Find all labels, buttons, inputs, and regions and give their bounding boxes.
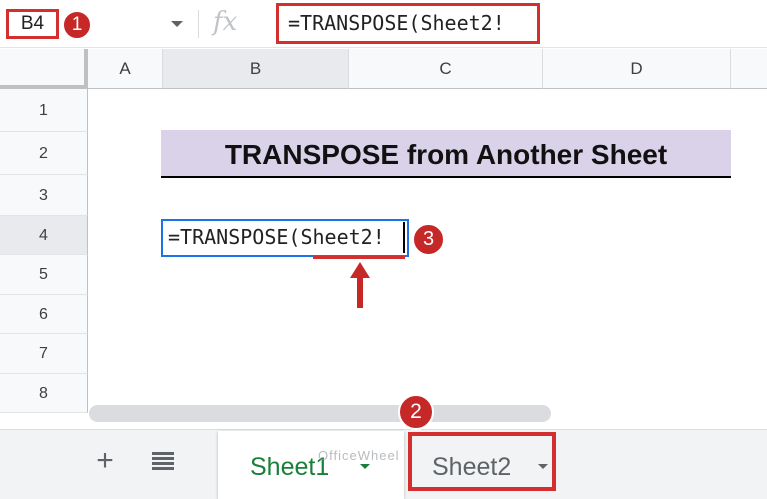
text-cursor: [403, 222, 405, 253]
all-sheets-list-icon[interactable]: [152, 452, 174, 470]
tab-sheet2-label: Sheet2: [432, 453, 512, 481]
chevron-down-icon[interactable]: [171, 21, 183, 27]
row-header-2[interactable]: 2: [0, 132, 88, 175]
chevron-down-icon[interactable]: [360, 464, 370, 469]
row-header-5[interactable]: 5: [0, 255, 88, 295]
horizontal-scrollbar[interactable]: [89, 405, 551, 422]
row-header-4[interactable]: 4: [0, 216, 88, 255]
fx-icon: fx: [213, 7, 238, 37]
up-arrow-icon: [350, 262, 370, 308]
watermark: OfficeWheel: [318, 448, 400, 463]
sheet-title-cell[interactable]: TRANSPOSE from Another Sheet: [161, 130, 731, 178]
column-header-partial[interactable]: [731, 49, 767, 89]
column-header-a[interactable]: A: [88, 49, 163, 89]
row-header-6[interactable]: 6: [0, 295, 88, 334]
name-box[interactable]: B4: [6, 9, 59, 39]
row-header-3[interactable]: 3: [0, 175, 88, 216]
row-header-8[interactable]: 8: [0, 374, 88, 413]
formula-bar-divider: [198, 10, 199, 38]
add-sheet-button[interactable]: +: [92, 446, 118, 476]
column-header-b[interactable]: B: [163, 49, 349, 89]
formula-input[interactable]: =TRANSPOSE(Sheet2!: [276, 3, 540, 44]
column-header-d[interactable]: D: [543, 49, 731, 89]
select-all-corner[interactable]: [0, 49, 88, 89]
step-badge-3: 3: [412, 223, 445, 256]
step-badge-1: 1: [62, 10, 92, 40]
column-header-c[interactable]: C: [349, 49, 543, 89]
row-header-1[interactable]: 1: [0, 89, 88, 132]
highlight-underline: [313, 256, 405, 259]
row-header-7[interactable]: 7: [0, 334, 88, 374]
chevron-down-icon[interactable]: [538, 464, 548, 469]
active-cell-editor[interactable]: =TRANSPOSE(Sheet2!: [161, 219, 409, 257]
step-badge-2: 2: [398, 394, 434, 430]
